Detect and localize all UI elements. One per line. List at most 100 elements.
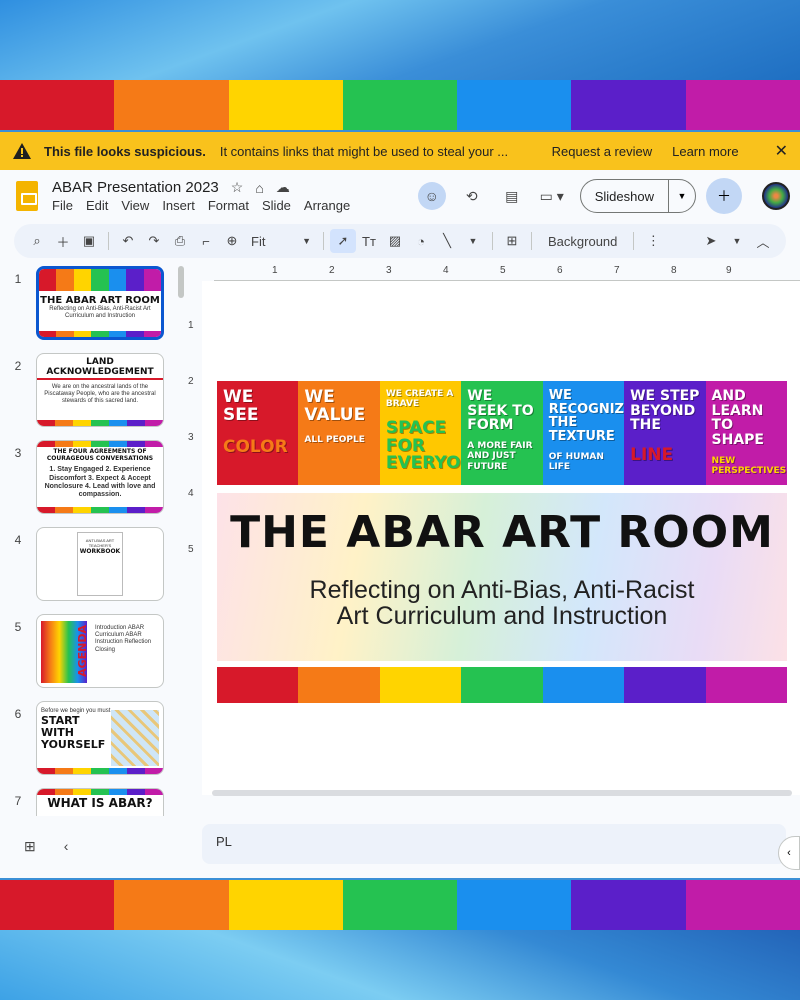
thumbnail-row: 7 WHAT IS ABAR?: [0, 788, 190, 816]
collapse-filmstrip-icon[interactable]: ‹: [64, 838, 69, 855]
request-review-button[interactable]: Request a review: [552, 144, 652, 159]
slide-canvas[interactable]: WE SEE COLOR WE VALUE ALL PEOPLE WE CREA…: [202, 281, 800, 795]
menu-slide[interactable]: Slide: [262, 198, 291, 213]
chevron-down-icon[interactable]: ▼: [669, 180, 695, 212]
background-button[interactable]: Background: [538, 234, 627, 249]
color-band: [342, 880, 458, 930]
menu-arrange[interactable]: Arrange: [304, 198, 350, 213]
value-bottom: NEW PERSPECTIVES: [711, 455, 787, 477]
color-band: [55, 441, 73, 447]
menu-file[interactable]: File: [52, 198, 73, 213]
more-options-icon[interactable]: ⋮: [640, 233, 666, 249]
search-menus-icon[interactable]: ⌕: [24, 233, 50, 249]
learn-more-button[interactable]: Learn more: [672, 144, 738, 159]
text-box-icon[interactable]: Tт: [356, 234, 382, 249]
chevron-down-icon[interactable]: ▼: [460, 236, 486, 246]
value-cell: WE RECOGNIZE THE TEXTURE OF HUMAN LIFE: [542, 381, 625, 485]
background-paint-bottom: [0, 930, 800, 1000]
collapse-toolbar-icon[interactable]: ︿: [750, 232, 776, 251]
undo-icon[interactable]: ↶: [115, 233, 141, 249]
side-panel-toggle-icon[interactable]: ‹: [778, 836, 800, 870]
slide-thumbnail-7[interactable]: WHAT IS ABAR?: [36, 788, 164, 816]
menu-insert[interactable]: Insert: [162, 198, 195, 213]
thumb-stripe: [37, 420, 163, 426]
color-band: [217, 667, 299, 703]
value-top: AND LEARN TO SHAPE: [711, 388, 764, 449]
print-icon[interactable]: ⎙: [167, 233, 193, 249]
slide-number: 6: [14, 707, 22, 721]
slide-number: 4: [14, 533, 22, 547]
zoom-select[interactable]: Fit ▼: [251, 234, 311, 249]
rainbow-stripe-bottom: [0, 880, 800, 930]
comments-icon[interactable]: ▤: [498, 182, 526, 210]
avatar[interactable]: [762, 182, 790, 210]
slide-thumbnail-4[interactable]: ANTI-BIAS ART TEACHER'S WORKBOOK: [36, 527, 164, 601]
value-bottom: A MORE FAIR AND JUST FUTURE: [467, 441, 533, 472]
slides-logo-icon[interactable]: [16, 181, 38, 211]
menu-edit[interactable]: Edit: [86, 198, 108, 213]
slide-number: 7: [14, 794, 22, 808]
slide-thumbnail-2[interactable]: LAND ACKNOWLEDGEMENT We are on the ances…: [36, 353, 164, 427]
vertical-ruler[interactable]: 1 2 3 4 5: [186, 320, 202, 878]
slide-thumbnail-3[interactable]: THE FOUR AGREEMENTS OF COURAGEOUS CONVER…: [36, 440, 164, 514]
layout-icon[interactable]: ▣: [76, 233, 102, 249]
paint-format-icon[interactable]: ⌐: [193, 234, 219, 249]
slide-thumbnail-1[interactable]: THE ABAR ART ROOM Reflecting on Anti-Bia…: [36, 266, 164, 340]
star-icon[interactable]: ☆: [231, 179, 244, 196]
shape-icon[interactable]: ◔: [408, 234, 434, 249]
thumb-title: WHAT IS ABAR?: [47, 796, 153, 810]
move-folder-icon[interactable]: ⌂: [255, 180, 263, 196]
speaker-notes[interactable]: PL: [202, 824, 786, 864]
share-icon[interactable]: ＋: [706, 178, 742, 214]
redo-icon[interactable]: ↷: [141, 233, 167, 249]
slide-title: THE ABAR ART ROOM: [230, 507, 774, 558]
line-icon[interactable]: ╲: [434, 233, 460, 249]
color-band: [685, 880, 800, 930]
chevron-down-icon[interactable]: ▼: [724, 236, 750, 246]
grid-view-icon[interactable]: ⊞: [24, 838, 36, 855]
select-cursor-icon[interactable]: ➚: [330, 229, 356, 253]
color-band: [127, 420, 145, 426]
toolbar-divider: [492, 232, 493, 250]
color-band: [91, 768, 109, 774]
color-band: [108, 331, 127, 337]
horizontal-scrollbar[interactable]: [212, 790, 792, 796]
color-band: [39, 331, 57, 337]
toolbar-divider: [531, 232, 532, 250]
workbook-cover-image: ANTI-BIAS ART TEACHER'S WORKBOOK: [77, 532, 123, 596]
slideshow-split-button: Slideshow ▼: [579, 179, 696, 213]
slide-thumbnail-6[interactable]: Before we begin you must START WITH YOUR…: [36, 701, 164, 775]
filmstrip-scrollbar[interactable]: [178, 266, 184, 298]
document-title[interactable]: ABAR Presentation 2023: [52, 179, 219, 196]
zoom-icon[interactable]: ⊕: [219, 233, 245, 249]
color-band: [228, 880, 343, 930]
cloud-status-icon[interactable]: ☁: [276, 179, 290, 196]
color-band: [91, 507, 109, 513]
color-band: [145, 768, 163, 774]
slideshow-button[interactable]: Slideshow: [581, 180, 669, 212]
insert-comment-icon[interactable]: ⊞: [499, 233, 525, 249]
color-band: [55, 507, 73, 513]
color-band: [126, 331, 144, 337]
thumb-stripe: [37, 441, 163, 447]
menu-view[interactable]: View: [121, 198, 149, 213]
color-band: [73, 269, 92, 291]
pen-icon[interactable]: ➤: [698, 233, 724, 249]
value-top: WE SEEK TO FORM: [467, 388, 534, 434]
horizontal-ruler[interactable]: 1 2 3 4 5 6 7 8 9: [214, 265, 800, 281]
value-cell: WE SEEK TO FORM A MORE FAIR AND JUST FUT…: [461, 381, 543, 485]
color-band: [55, 420, 73, 426]
color-band: [0, 880, 115, 930]
collaborator-icon[interactable]: ☺: [417, 182, 446, 210]
value-cell: WE VALUE ALL PEOPLE: [298, 381, 380, 485]
menu-format[interactable]: Format: [208, 198, 249, 213]
color-band: [55, 768, 73, 774]
new-slide-icon[interactable]: ＋: [50, 232, 76, 251]
meet-video-icon[interactable]: ▭ ▾: [538, 182, 566, 210]
insert-image-icon[interactable]: ▨: [382, 233, 408, 249]
version-history-icon[interactable]: ⟲: [458, 182, 486, 210]
thumbnail-row: 4 ANTI-BIAS ART TEACHER'S WORKBOOK: [0, 527, 190, 614]
thumb-stripe: [39, 269, 161, 291]
slide-thumbnail-5[interactable]: AGENDA Introduction ABAR Curriculum ABAR…: [36, 614, 164, 688]
close-icon[interactable]: ✕: [775, 141, 788, 161]
